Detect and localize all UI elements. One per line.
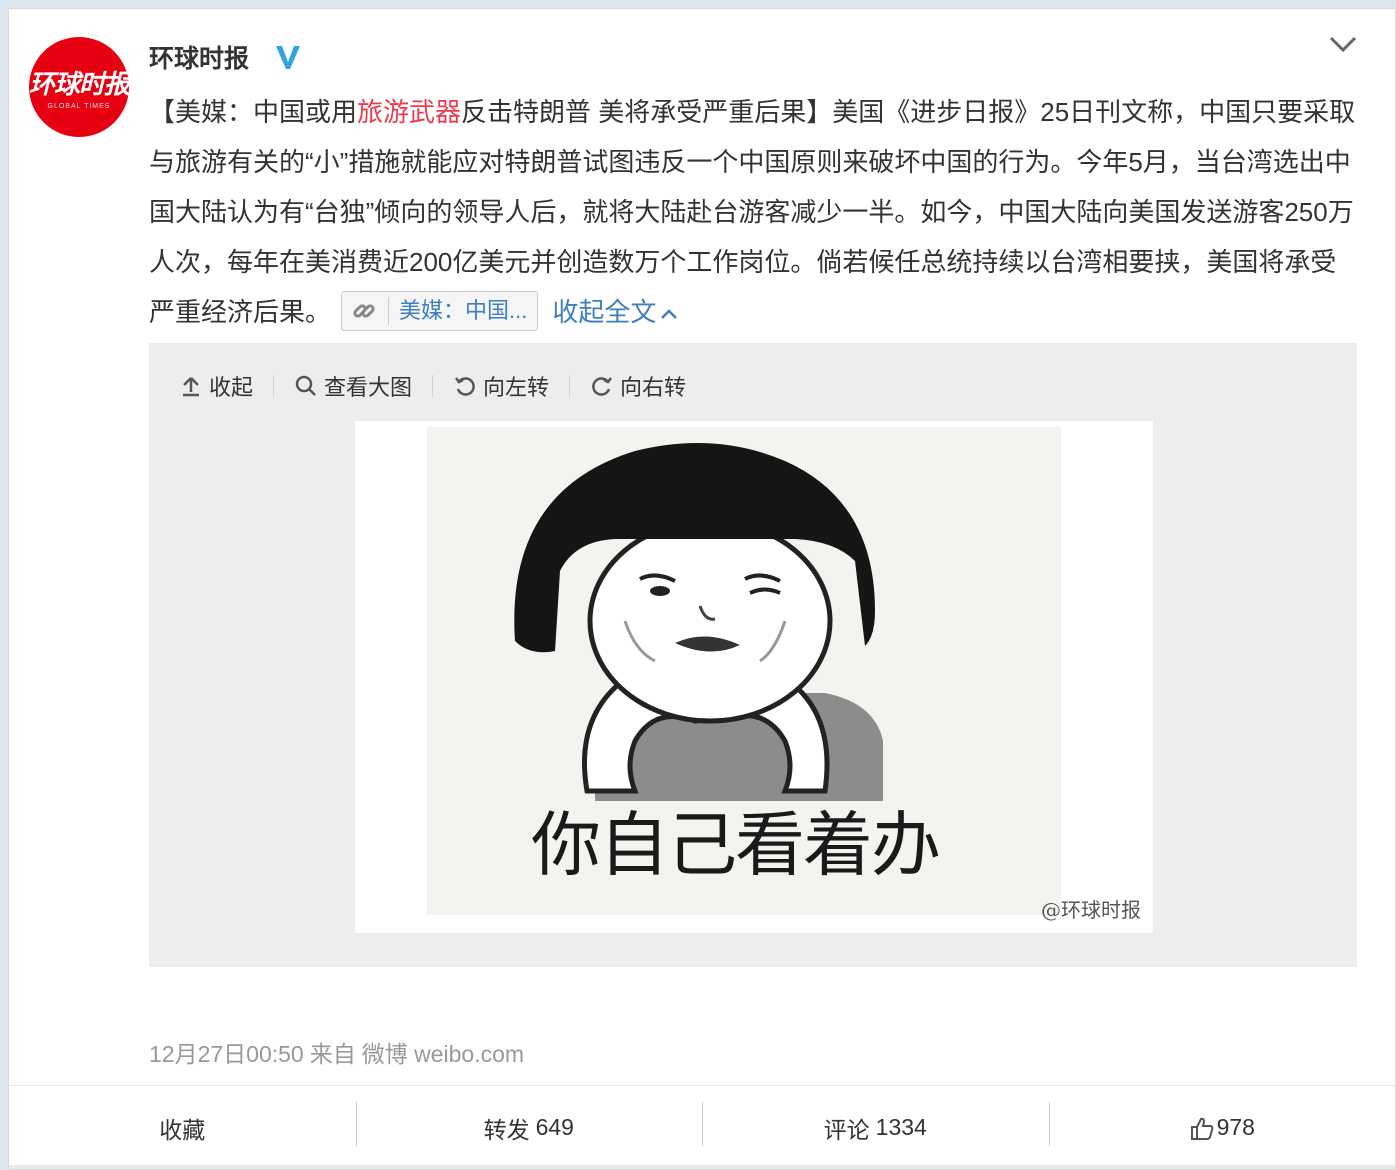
like-button[interactable]: 978 [1048,1086,1396,1169]
post-text-part2: 反击特朗普 美将承受严重后果】美国《进步日报》25日刊文称，中国只要采取与旅游有… [149,97,1356,327]
post-image[interactable]: 你自己看着办 @环球时报 [355,421,1153,933]
avatar-logo-text: 环球时报 [29,70,130,100]
meme-caption-text: 你自己看着办 [531,804,941,886]
article-link-title[interactable]: 美媒：中国... [399,291,527,331]
rotate-right-label: 向右转 [620,375,687,400]
article-link-card[interactable]: 美媒：中国... [341,291,539,332]
toolbar-divider [273,375,275,397]
topic-highlight-link[interactable]: 旅游武器 [357,97,461,127]
link-card-divider [388,297,390,326]
rotate-left-label: 向左转 [483,375,550,400]
search-icon [295,375,316,396]
repost-label: 转发 [483,1116,530,1143]
comment-count: 1334 [875,1114,927,1140]
view-large-image-label: 查看大图 [324,375,413,400]
collapse-image-label: 收起 [209,375,254,400]
collapse-full-text-link[interactable]: 收起全文 [552,297,680,327]
toolbar-divider [569,375,571,397]
card-bottom-edge [9,1165,1395,1169]
link-icon [353,304,375,318]
weibo-post-card: 环球时报 GLOBAL TIMES 环球时报 【美媒：中国或用旅游武器反击特朗普… [8,8,1396,1170]
action-bar: 收藏 转发 649 评论 1334 978 [9,1085,1395,1169]
comment-label: 评论 [823,1116,870,1143]
chevron-up-icon [661,309,678,320]
repost-button[interactable]: 转发 649 [355,1086,703,1169]
toolbar-divider [432,375,434,397]
collapse-up-arrow-icon [183,377,199,397]
rotate-right-button[interactable]: 向右转 [590,370,686,402]
image-watermark: @环球时报 [1041,898,1141,922]
like-count: 978 [1216,1114,1255,1140]
post-meta: 12月27日00:50 来自 微博 weibo.com [149,1035,530,1069]
collapse-image-button[interactable]: 收起 [179,370,253,402]
collapse-full-text-label: 收起全文 [552,297,657,327]
comment-button[interactable]: 评论 1334 [702,1086,1049,1169]
view-large-image-button[interactable]: 查看大图 [294,370,412,402]
post-text-part1: 【美媒：中国或用 [149,97,358,127]
chevron-down-icon[interactable] [1327,33,1359,55]
favorite-label: 收藏 [159,1116,206,1143]
rotate-right-icon [592,377,613,396]
repost-count: 649 [535,1114,574,1140]
source-from-label: 来自 [309,1041,356,1067]
thumbs-up-icon [1190,1117,1213,1140]
media-toolbar: 收起 查看大图 向左转 向右转 [179,371,686,401]
post-timestamp[interactable]: 12月27日00:50 [149,1041,304,1067]
favorite-button[interactable]: 收藏 [9,1086,356,1169]
rotate-left-button[interactable]: 向左转 [453,370,549,402]
avatar-logo-subtext: GLOBAL TIMES [47,103,111,110]
author-avatar[interactable]: 环球时报 GLOBAL TIMES [29,37,130,137]
author-name[interactable]: 环球时报 [149,39,249,75]
rotate-left-icon [455,377,475,396]
verified-v-icon[interactable] [273,43,303,71]
media-expanded-panel: 收起 查看大图 向左转 向右转 你自己看着办 @环球时报 [149,343,1357,967]
post-text: 【美媒：中国或用旅游武器反击特朗普 美将承受严重后果】美国《进步日报》25日刊文… [149,87,1359,337]
post-source[interactable]: 微博 weibo.com [362,1041,524,1067]
